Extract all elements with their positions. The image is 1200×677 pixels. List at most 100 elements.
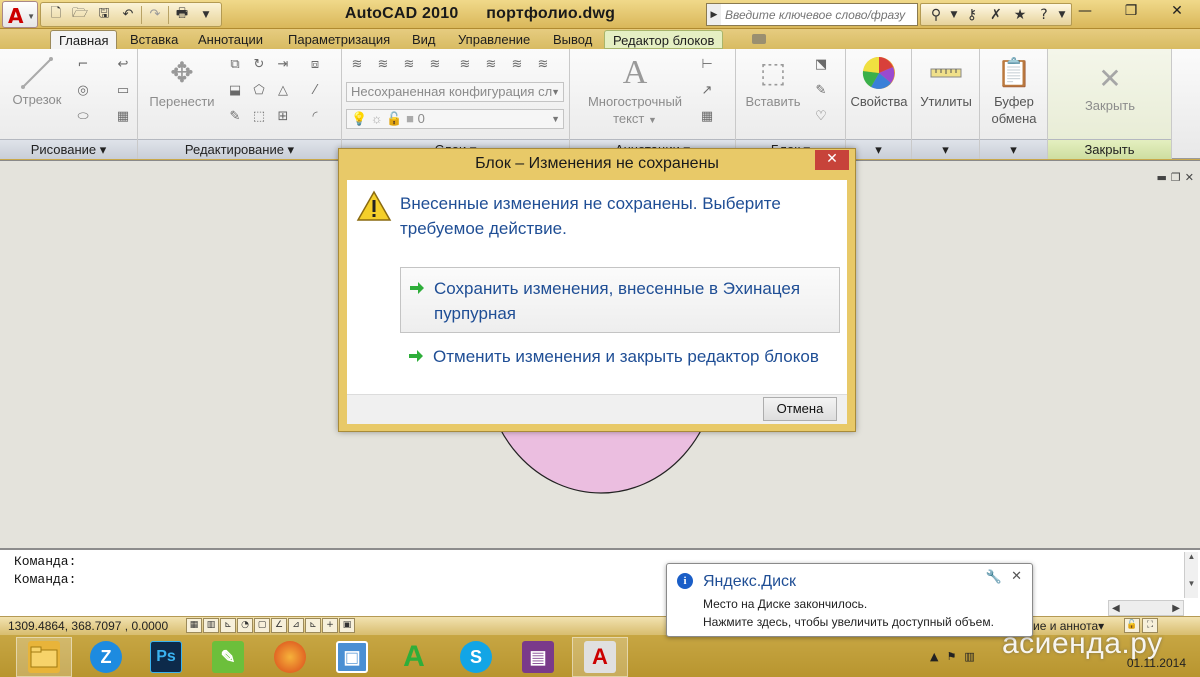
flag-icon[interactable]: ⚑ bbox=[946, 650, 956, 663]
rotate-icon[interactable]: ↻ bbox=[248, 55, 270, 75]
line-button[interactable]: Отрезок bbox=[6, 55, 68, 108]
close-icon[interactable]: ✕ bbox=[1011, 569, 1022, 584]
save-changes-option[interactable]: Сохранить изменения, внесенные в Эхинаце… bbox=[400, 267, 840, 333]
taskbar-inkscape[interactable]: ✎ bbox=[200, 637, 256, 677]
lineweight-toggle-icon[interactable]: + bbox=[322, 618, 338, 633]
dyn-toggle-icon[interactable]: ⊾ bbox=[305, 618, 321, 633]
panel-utilities-footer[interactable]: ▾ bbox=[912, 139, 979, 159]
layer-freeze-icon[interactable]: ≋ bbox=[454, 55, 476, 75]
osnap-toggle-icon[interactable]: ▢ bbox=[254, 618, 270, 633]
trim-icon[interactable]: ⇥ bbox=[272, 55, 294, 75]
close-window-button[interactable]: ✕ bbox=[1154, 0, 1200, 22]
tab-block-editor[interactable]: Редактор блоков bbox=[604, 30, 724, 49]
utilities-button[interactable]: Утилиты bbox=[914, 55, 978, 110]
minimize-button[interactable]: — bbox=[1062, 0, 1108, 22]
layer-config-select[interactable]: Несохраненная конфигурация сл ▼ bbox=[346, 82, 564, 102]
table-icon[interactable]: ▦ bbox=[696, 107, 718, 127]
tab-output[interactable]: Вывод bbox=[545, 30, 600, 49]
notification-action-text[interactable]: Нажмите здесь, чтобы увеличить доступный… bbox=[703, 615, 994, 629]
snap-toggle-icon[interactable]: ▦ bbox=[186, 618, 202, 633]
taskbar-picture-viewer[interactable]: ▣ bbox=[324, 637, 380, 677]
create-block-icon[interactable]: ⬔ bbox=[810, 55, 832, 75]
taskbar-skype[interactable]: S bbox=[448, 637, 504, 677]
cancel-button[interactable]: Отмена bbox=[763, 397, 837, 421]
attribute-icon[interactable]: ♡ bbox=[810, 107, 832, 127]
show-hidden-icons-icon[interactable]: ▲ bbox=[930, 650, 938, 663]
properties-button[interactable]: Свойства bbox=[848, 55, 910, 110]
insert-block-button[interactable]: ⬚ Вставить bbox=[738, 55, 808, 110]
stretch-icon[interactable]: ⬓ bbox=[224, 81, 246, 101]
taskbar-archicad[interactable]: A bbox=[386, 637, 442, 677]
tools-icon[interactable]: ✗ bbox=[985, 7, 1007, 23]
taskbar-explorer[interactable] bbox=[16, 637, 72, 677]
taskbar-autocad[interactable]: A bbox=[572, 637, 628, 677]
polyline-icon[interactable]: ⌐ bbox=[72, 55, 94, 75]
command-prompt[interactable]: Команда: bbox=[14, 572, 76, 587]
polar-toggle-icon[interactable]: ◔ bbox=[237, 618, 253, 633]
layer-match-icon[interactable]: ≋ bbox=[506, 55, 528, 75]
layer-isolate-icon[interactable]: ≋ bbox=[424, 55, 446, 75]
leader-icon[interactable]: ↗ bbox=[696, 81, 718, 101]
dimension-icon[interactable]: ⊢ bbox=[696, 55, 718, 75]
panel-draw-footer[interactable]: Рисование ▾ bbox=[0, 139, 137, 159]
layer-previous-icon[interactable]: ≋ bbox=[532, 55, 554, 75]
mtext-button[interactable]: A Многострочный текст ▼ bbox=[580, 55, 690, 129]
ellipse-icon[interactable]: ⬭ bbox=[72, 107, 94, 127]
offset-icon[interactable]: ⧈ bbox=[304, 55, 326, 75]
arc-icon[interactable]: ↩ bbox=[112, 55, 134, 75]
command-scrollbar[interactable]: ▲ ▼ bbox=[1184, 552, 1198, 598]
tab-parametric[interactable]: Параметризация bbox=[280, 30, 398, 49]
yandex-disk-notification[interactable]: i Яндекс.Диск Место на Диске закончилось… bbox=[666, 563, 1033, 637]
grid-array-icon[interactable]: ⊞ bbox=[272, 107, 294, 127]
taskbar-firefox[interactable] bbox=[262, 637, 318, 677]
key-icon[interactable]: ⚷ bbox=[961, 7, 983, 23]
wrench-icon[interactable]: 🔧 bbox=[986, 570, 1002, 585]
array-icon[interactable]: ⬚ bbox=[248, 107, 270, 127]
explode-icon[interactable]: ⁄ bbox=[304, 81, 326, 101]
copy-icon[interactable]: ⧉ bbox=[224, 55, 246, 75]
layer-select[interactable]: 💡 ☼ 🔓 ■ 0 ▼ bbox=[346, 109, 564, 129]
taskbar-winrar[interactable]: ▤ bbox=[510, 637, 566, 677]
ducs-toggle-icon[interactable]: ⊿ bbox=[288, 618, 304, 633]
layer-state-icon[interactable]: ≋ bbox=[372, 55, 394, 75]
ortho-toggle-icon[interactable]: ⊾ bbox=[220, 618, 236, 633]
tab-manage[interactable]: Управление bbox=[450, 30, 538, 49]
scroll-right-icon[interactable]: ▶ bbox=[1172, 603, 1180, 614]
erase-icon[interactable]: ✎ bbox=[224, 107, 246, 127]
coordinates-readout[interactable]: 1309.4864, 368.7097 , 0.0000 bbox=[8, 619, 168, 633]
tab-home[interactable]: Главная bbox=[50, 30, 118, 49]
dialog-close-button[interactable]: ✕ bbox=[815, 150, 849, 170]
binoculars-icon[interactable]: ⚲ bbox=[925, 7, 947, 23]
close-block-editor-button[interactable]: ✕ Закрыть bbox=[1058, 63, 1162, 114]
tab-insert[interactable]: Вставка bbox=[122, 30, 186, 49]
viewport-close-icon[interactable]: ✕ bbox=[1185, 171, 1194, 184]
scroll-left-icon[interactable]: ◀ bbox=[1112, 603, 1120, 614]
chevron-down-icon[interactable]: ▼ bbox=[949, 10, 959, 20]
circle-icon[interactable]: ◎ bbox=[72, 81, 94, 101]
scale-icon[interactable]: △ bbox=[272, 81, 294, 101]
layer-off-icon[interactable]: ≋ bbox=[398, 55, 420, 75]
search-input[interactable] bbox=[721, 7, 917, 22]
minimize-ribbon-button[interactable] bbox=[752, 34, 766, 44]
qp-toggle-icon[interactable]: ▣ bbox=[339, 618, 355, 633]
otrack-toggle-icon[interactable]: ∠ bbox=[271, 618, 287, 633]
grid-toggle-icon[interactable]: ▥ bbox=[203, 618, 219, 633]
star-icon[interactable]: ★ bbox=[1009, 7, 1031, 23]
layer-properties-icon[interactable]: ≋ bbox=[346, 55, 368, 75]
tab-view[interactable]: Вид bbox=[404, 30, 444, 49]
panel-clipboard-footer[interactable]: ▾ bbox=[980, 139, 1047, 159]
panel-close-footer[interactable]: Закрыть bbox=[1048, 139, 1171, 159]
maximize-button[interactable]: ❐ bbox=[1108, 0, 1154, 22]
hatch-icon[interactable]: ▦ bbox=[112, 107, 134, 127]
taskbar-zoho[interactable]: Z bbox=[78, 637, 134, 677]
edit-block-icon[interactable]: ✎ bbox=[810, 81, 832, 101]
chevron-right-icon[interactable]: ▶ bbox=[707, 4, 721, 25]
mirror-icon[interactable]: ⬠ bbox=[248, 81, 270, 101]
viewport-restore-icon[interactable]: ❐ bbox=[1171, 171, 1181, 184]
network-icon[interactable]: ▥ bbox=[964, 650, 974, 663]
help-icon[interactable]: ? bbox=[1033, 7, 1055, 23]
rectangle-icon[interactable]: ▭ bbox=[112, 81, 134, 101]
horizontal-scrollbar[interactable]: ◀ ▶ bbox=[1108, 600, 1184, 616]
layer-lock-icon[interactable]: ≋ bbox=[480, 55, 502, 75]
clipboard-button[interactable]: 📋 Буфер обмена bbox=[982, 55, 1046, 127]
